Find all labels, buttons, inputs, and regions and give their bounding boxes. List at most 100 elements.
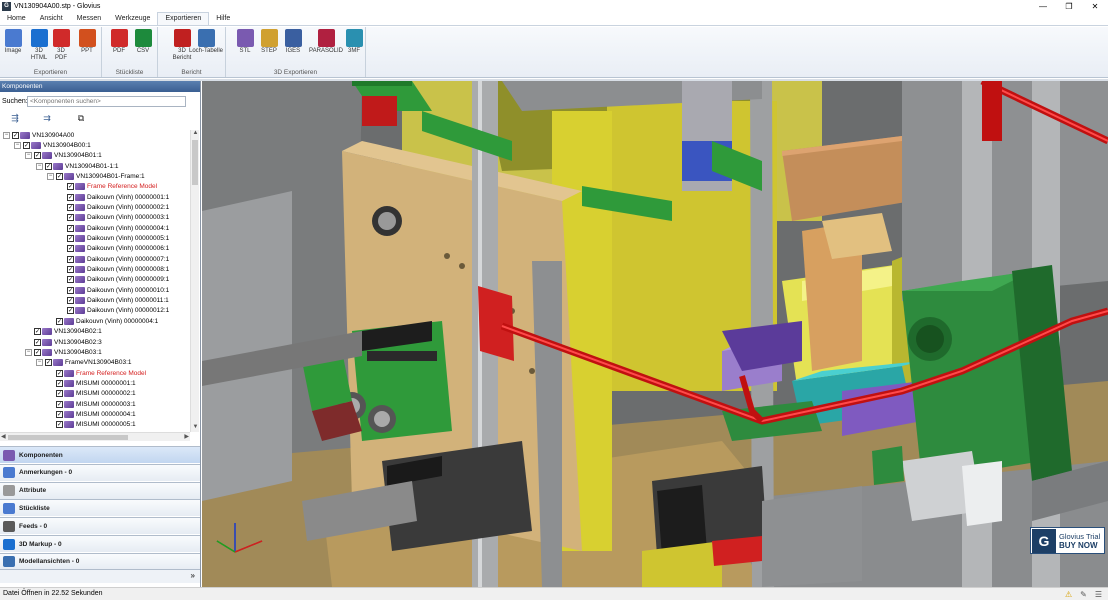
tree-node[interactable]: ✓ Daikouvn (Vinh) 00000004:1 xyxy=(58,223,169,233)
visibility-checkbox[interactable]: ✓ xyxy=(67,307,74,315)
visibility-checkbox[interactable]: ✓ xyxy=(34,328,41,336)
menu-tab-werkzeuge[interactable]: Werkzeuge xyxy=(108,13,157,25)
ribbon-button-3mf[interactable]: 3MF xyxy=(343,29,365,55)
tree-node[interactable]: ✓ Daikouvn (Vinh) 00000008:1 xyxy=(58,265,169,275)
collapse-toggle-icon[interactable]: − xyxy=(25,152,32,160)
tree-node[interactable]: ✓ MISUMI 00000004:1 xyxy=(47,409,136,419)
tree-node[interactable]: ✓ Daikouvn (Vinh) 00000007:1 xyxy=(58,254,169,264)
visibility-checkbox[interactable]: ✓ xyxy=(67,266,74,274)
ribbon-button-stl[interactable]: STL xyxy=(234,29,256,55)
scroll-right-icon[interactable]: ▶ xyxy=(184,433,189,440)
visibility-checkbox[interactable]: ✓ xyxy=(67,245,74,253)
tree-node[interactable]: ✓ VN130904B02:1 xyxy=(25,327,102,337)
buy-now-link[interactable]: BUY NOW xyxy=(1059,541,1100,550)
ribbon-button-image[interactable]: Image xyxy=(2,29,24,55)
visibility-checkbox[interactable]: ✓ xyxy=(67,214,74,222)
visibility-checkbox[interactable]: ✓ xyxy=(56,317,63,325)
ribbon-button-csv[interactable]: CSV xyxy=(132,29,154,55)
ribbon-button-3d-html[interactable]: 3D HTML xyxy=(28,29,50,62)
visibility-checkbox[interactable]: ✓ xyxy=(67,286,74,294)
collapse-all-icon[interactable]: ⇉ xyxy=(41,113,53,124)
tree-node[interactable]: − ✓ FrameVN130904B03:1 xyxy=(36,358,132,368)
scroll-left-icon[interactable]: ◀ xyxy=(1,433,6,440)
minimize-icon[interactable]: — xyxy=(1030,0,1056,13)
copy-icon[interactable]: ⧉ xyxy=(75,113,87,124)
visibility-checkbox[interactable]: ✓ xyxy=(34,338,41,346)
menu-tab-hilfe[interactable]: Hilfe xyxy=(209,13,237,25)
nav-pane-feeds-0[interactable]: Feeds - 0 xyxy=(0,517,200,535)
visibility-checkbox[interactable]: ✓ xyxy=(34,152,41,160)
visibility-checkbox[interactable]: ✓ xyxy=(56,379,63,387)
tree-node[interactable]: ✓ MISUMI 00000005:1 xyxy=(47,420,136,430)
visibility-checkbox[interactable]: ✓ xyxy=(67,224,74,232)
nav-pane-anmerkungen-0[interactable]: Anmerkungen - 0 xyxy=(0,463,200,481)
menu-tab-exportieren[interactable]: Exportieren xyxy=(157,12,210,25)
visibility-checkbox[interactable]: ✓ xyxy=(56,410,63,418)
wrench-icon[interactable]: ✎ xyxy=(1080,589,1087,601)
ribbon-button-parasolid[interactable]: PARASOLID xyxy=(306,29,346,55)
visibility-checkbox[interactable]: ✓ xyxy=(67,203,74,211)
ribbon-button-step[interactable]: STEP xyxy=(258,29,280,55)
nav-more[interactable]: » xyxy=(0,569,200,583)
ribbon-button-iges[interactable]: IGES xyxy=(282,29,304,55)
3d-viewport[interactable] xyxy=(202,81,1108,587)
ribbon-button-pdf[interactable]: PDF xyxy=(108,29,130,55)
nav-pane-komponenten[interactable]: Komponenten xyxy=(0,446,200,463)
collapse-toggle-icon[interactable]: − xyxy=(36,162,43,170)
collapse-toggle-icon[interactable]: − xyxy=(3,131,10,139)
nav-pane-3d-markup-0[interactable]: 3D Markup - 0 xyxy=(0,535,200,552)
tree-node[interactable]: ✓ VN130904B02:3 xyxy=(25,337,102,347)
tree-node[interactable]: ✓ Daikouvn (Vinh) 00000011:1 xyxy=(58,296,169,306)
tree-node[interactable]: ✓ Frame Reference Model xyxy=(47,368,146,378)
visibility-checkbox[interactable]: ✓ xyxy=(12,131,19,139)
tree-node[interactable]: − ✓ VN130904B00:1 xyxy=(14,140,91,150)
glovius-trial-badge[interactable]: G Glovius Trial BUY NOW xyxy=(1030,527,1105,554)
tree-node[interactable]: − ✓ VN130904B01:1 xyxy=(25,151,102,161)
maximize-icon[interactable]: ❐ xyxy=(1056,0,1082,13)
tree-node[interactable]: ✓ Daikouvn (Vinh) 00000001:1 xyxy=(58,192,169,202)
menu-tab-messen[interactable]: Messen xyxy=(70,13,109,25)
visibility-checkbox[interactable]: ✓ xyxy=(67,235,74,242)
ribbon-button-ppt[interactable]: PPT xyxy=(76,29,98,55)
visibility-checkbox[interactable]: ✓ xyxy=(67,193,74,201)
menu-tab-ansicht[interactable]: Ansicht xyxy=(33,13,70,25)
tree-node[interactable]: − ✓ VN130904B01-1:1 xyxy=(36,161,119,171)
visibility-checkbox[interactable]: ✓ xyxy=(67,297,74,305)
nav-pane-modellansichten-0[interactable]: Modellansichten - 0 xyxy=(0,552,200,570)
tree-vertical-scrollbar[interactable]: ▲ ▼ xyxy=(190,130,199,432)
visibility-checkbox[interactable]: ✓ xyxy=(23,141,30,149)
menu-tab-home[interactable]: Home xyxy=(0,13,33,25)
collapse-toggle-icon[interactable]: − xyxy=(47,172,54,180)
search-input[interactable] xyxy=(27,96,186,107)
collapse-toggle-icon[interactable]: − xyxy=(25,348,32,356)
tree-node[interactable]: ✓ Daikouvn (Vinh) 00000010:1 xyxy=(58,285,169,295)
collapse-toggle-icon[interactable]: − xyxy=(36,359,43,367)
tree-node[interactable]: ✓ MISUMI 00000002:1 xyxy=(47,389,136,399)
visibility-checkbox[interactable]: ✓ xyxy=(56,421,63,429)
tree-node[interactable]: ✓ MISUMI 00000003:1 xyxy=(47,399,136,409)
visibility-checkbox[interactable]: ✓ xyxy=(67,276,74,284)
scroll-up-icon[interactable]: ▲ xyxy=(191,130,200,138)
hscroll-thumb[interactable] xyxy=(8,435,128,440)
visibility-checkbox[interactable]: ✓ xyxy=(67,183,74,191)
visibility-checkbox[interactable]: ✓ xyxy=(56,390,63,398)
visibility-checkbox[interactable]: ✓ xyxy=(56,369,63,377)
visibility-checkbox[interactable]: ✓ xyxy=(67,255,74,263)
expand-all-icon[interactable]: ⇶ xyxy=(9,113,21,124)
tree-node[interactable]: ✓ Daikouvn (Vinh) 00000006:1 xyxy=(58,244,169,254)
nav-pane-stückliste[interactable]: Stückliste xyxy=(0,499,200,517)
collapse-toggle-icon[interactable]: − xyxy=(14,141,21,149)
tree-horizontal-scrollbar[interactable]: ◀ ▶ xyxy=(0,432,190,441)
bell-icon[interactable]: ☰ xyxy=(1095,589,1102,601)
tree-node[interactable]: ✓ Daikouvn (Vinh) 00000003:1 xyxy=(58,213,169,223)
tree-node[interactable]: ✓ MISUMI 00000001:1 xyxy=(47,378,136,388)
tree-node[interactable]: ✓ Daikouvn (Vinh) 00000009:1 xyxy=(58,275,169,285)
tree-node[interactable]: ✓ Daikouvn (Vinh) 00000005:1 xyxy=(58,234,169,244)
tree-node[interactable]: − ✓ VN130904A00 xyxy=(3,130,74,140)
tree-node[interactable]: ✓ Daikouvn (Vinh) 00000002:1 xyxy=(58,202,169,212)
ribbon-button-loch-tabelle[interactable]: Loch-Tabelle xyxy=(186,29,226,55)
visibility-checkbox[interactable]: ✓ xyxy=(34,348,41,356)
tree-node[interactable]: ✓ Frame Reference Model xyxy=(58,182,157,192)
scroll-thumb[interactable] xyxy=(192,140,198,185)
tree-node[interactable]: − ✓ VN130904B01-Frame:1 xyxy=(47,171,145,181)
